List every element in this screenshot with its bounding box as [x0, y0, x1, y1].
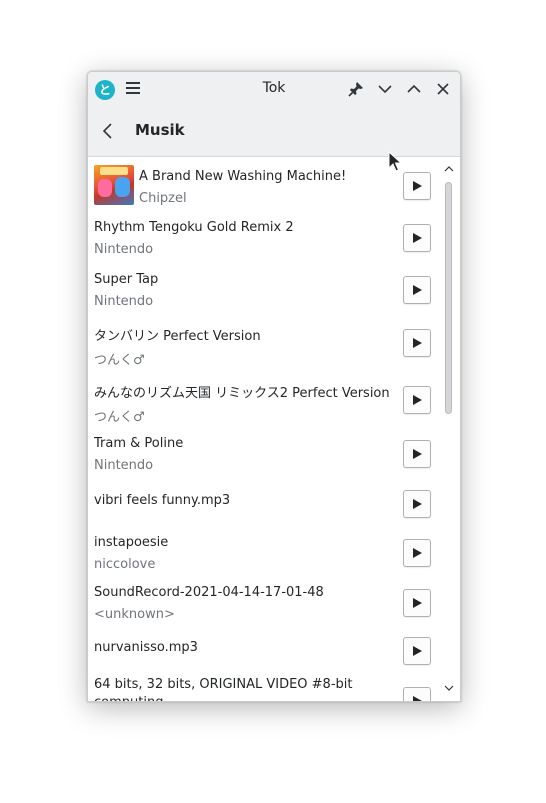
- track-artist: <unknown>: [94, 607, 175, 622]
- track-row[interactable]: A Brand New Washing Machine! Chipzel: [88, 157, 438, 210]
- track-title: Tram & Poline: [94, 436, 184, 451]
- track-artist: Nintendo: [94, 458, 154, 473]
- track-title: 64 bits, 32 bits, ORIGINAL VIDEO #8-bit …: [94, 677, 353, 701]
- play-icon: [413, 548, 422, 558]
- hamburger-menu-icon[interactable]: [126, 82, 140, 96]
- track-title: vibri feels funny.mp3: [94, 493, 231, 508]
- mouse-cursor-icon: [388, 151, 402, 172]
- track-list[interactable]: A Brand New Washing Machine! Chipzel Rhy…: [88, 157, 438, 701]
- play-button[interactable]: [403, 386, 431, 414]
- tok-app-icon[interactable]: と: [95, 80, 115, 100]
- track-row[interactable]: タンバリン Perfect Version つんく♂: [88, 313, 438, 370]
- play-icon: [413, 449, 422, 459]
- play-icon: [413, 395, 422, 405]
- play-button[interactable]: [403, 490, 431, 518]
- track-title: Super Tap: [94, 272, 159, 287]
- maximize-button[interactable]: [403, 78, 425, 100]
- play-icon: [413, 598, 422, 608]
- back-arrow-icon: [102, 123, 112, 139]
- scroll-up-icon[interactable]: [444, 165, 454, 173]
- track-artist: つんく♂: [94, 353, 145, 368]
- back-button[interactable]: [96, 119, 120, 143]
- close-icon: [437, 83, 449, 95]
- play-icon: [413, 181, 422, 191]
- minimize-button[interactable]: [374, 78, 396, 100]
- track-title: みんなのリズム天国 リミックス2 Perfect Version: [94, 386, 390, 401]
- album-cover: [94, 165, 134, 205]
- track-row[interactable]: みんなのリズム天国 リミックス2 Perfect Version つんく♂: [88, 370, 438, 427]
- tok-window: と Tok Musik A Brand New Washing Machine!…: [87, 71, 461, 702]
- play-icon: [413, 646, 422, 656]
- play-button[interactable]: [403, 440, 431, 468]
- play-button[interactable]: [403, 172, 431, 200]
- play-icon: [413, 499, 422, 509]
- play-button[interactable]: [403, 224, 431, 252]
- scrollbar-thumb[interactable]: [445, 182, 452, 414]
- track-row[interactable]: instapoesie niccolove: [88, 524, 438, 574]
- play-icon: [413, 285, 422, 295]
- track-row[interactable]: nurvanisso.mp3: [88, 625, 438, 671]
- track-artist: niccolove: [94, 557, 156, 572]
- track-title: SoundRecord-2021-04-14-17-01-48: [94, 585, 324, 600]
- pin-icon[interactable]: [345, 78, 367, 100]
- window-titlebar[interactable]: と Tok: [88, 72, 460, 106]
- play-button[interactable]: [403, 589, 431, 617]
- vertical-scrollbar[interactable]: [439, 157, 460, 701]
- chevron-up-icon: [407, 84, 421, 93]
- scroll-down-icon[interactable]: [444, 684, 454, 692]
- track-artist: Nintendo: [94, 294, 154, 309]
- play-icon: [413, 233, 422, 243]
- track-artist: Nintendo: [94, 242, 154, 257]
- track-title: instapoesie: [94, 535, 169, 550]
- play-icon: [413, 338, 422, 348]
- play-button[interactable]: [403, 276, 431, 304]
- track-title: A Brand New Washing Machine!: [139, 169, 347, 184]
- page-header: Musik: [88, 106, 460, 157]
- track-title: Rhythm Tengoku Gold Remix 2: [94, 220, 294, 235]
- play-icon: [413, 696, 422, 701]
- play-button[interactable]: [403, 539, 431, 567]
- track-title: タンバリン Perfect Version: [94, 329, 261, 344]
- play-button[interactable]: [403, 687, 431, 701]
- track-artist: つんく♂: [94, 410, 145, 425]
- play-button[interactable]: [403, 329, 431, 357]
- track-row[interactable]: SoundRecord-2021-04-14-17-01-48 <unknown…: [88, 574, 438, 625]
- play-button[interactable]: [403, 637, 431, 665]
- track-row[interactable]: Tram & Poline Nintendo: [88, 427, 438, 478]
- track-row[interactable]: Rhythm Tengoku Gold Remix 2 Nintendo: [88, 210, 438, 262]
- track-row[interactable]: 64 bits, 32 bits, ORIGINAL VIDEO #8-bit …: [88, 671, 438, 701]
- chevron-down-icon: [378, 85, 392, 94]
- track-row[interactable]: vibri feels funny.mp3: [88, 478, 438, 524]
- page-title: Musik: [135, 121, 185, 139]
- close-button[interactable]: [432, 78, 454, 100]
- track-artist: Chipzel: [139, 191, 187, 206]
- track-row[interactable]: Super Tap Nintendo: [88, 262, 438, 313]
- track-title: nurvanisso.mp3: [94, 640, 198, 655]
